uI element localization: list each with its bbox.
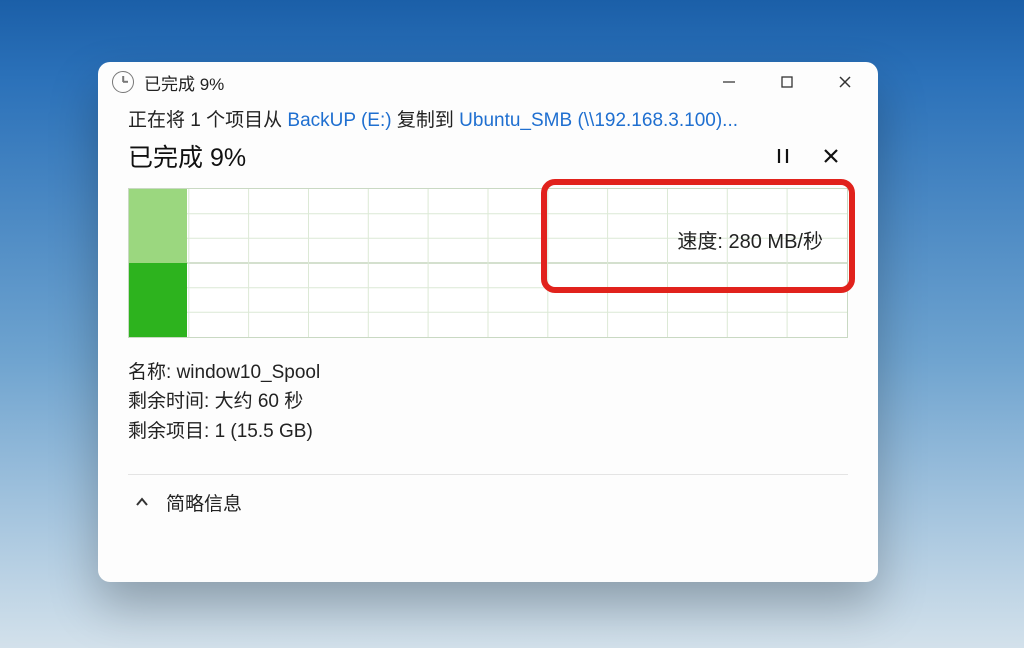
- file-copy-dialog: 已完成 9% 正在将 1 个项目从 BackUP (E:) 复制到 Ubuntu…: [98, 62, 878, 582]
- window-controls: [700, 62, 874, 102]
- cancel-button[interactable]: [814, 139, 848, 173]
- chevron-up-icon: [134, 494, 150, 510]
- details-toggle-label: 简略信息: [166, 489, 242, 516]
- window-title: 已完成 9%: [144, 70, 700, 95]
- copy-middle: 复制到: [392, 110, 460, 131]
- bar-lower-segment: [129, 263, 187, 337]
- clock-icon: [112, 71, 134, 93]
- speed-label: 速度: 280 MB/秒: [677, 225, 823, 254]
- copy-source-link[interactable]: BackUP (E:): [287, 110, 391, 131]
- copy-prefix: 正在将 1 个项目从: [128, 110, 287, 131]
- maximize-button[interactable]: [758, 62, 816, 102]
- copy-description: 正在将 1 个项目从 BackUP (E:) 复制到 Ubuntu_SMB (\…: [128, 108, 848, 134]
- detail-items-remaining: 剩余项目: 1 (15.5 GB): [128, 417, 848, 446]
- graph-grid: [129, 189, 847, 337]
- progress-row: 已完成 9%: [128, 138, 848, 174]
- speed-graph: 速度: 280 MB/秒: [128, 188, 848, 338]
- detail-name: 名称: window10_Spool: [128, 358, 848, 387]
- details-toggle[interactable]: 简略信息: [128, 475, 848, 516]
- titlebar: 已完成 9%: [98, 62, 878, 102]
- detail-time-remaining: 剩余时间: 大约 60 秒: [128, 387, 848, 416]
- dialog-content: 正在将 1 个项目从 BackUP (E:) 复制到 Ubuntu_SMB (\…: [98, 102, 878, 516]
- transfer-details: 名称: window10_Spool 剩余时间: 大约 60 秒 剩余项目: 1…: [128, 358, 848, 446]
- graph-bars: [129, 189, 187, 337]
- progress-label: 已完成 9%: [128, 138, 246, 174]
- bar-upper-segment: [129, 189, 187, 263]
- close-button[interactable]: [816, 62, 874, 102]
- copy-destination-link[interactable]: Ubuntu_SMB (\\192.168.3.100)...: [459, 110, 738, 131]
- graph-bar: [129, 189, 187, 337]
- pause-button[interactable]: [766, 139, 800, 173]
- minimize-button[interactable]: [700, 62, 758, 102]
